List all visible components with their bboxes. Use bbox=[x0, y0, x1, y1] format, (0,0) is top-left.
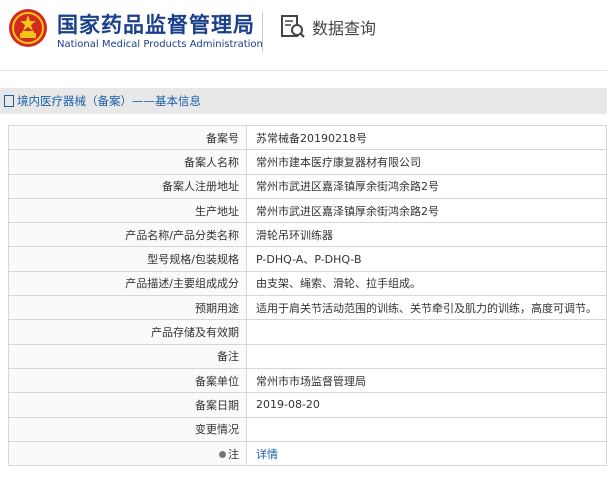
row-label: 备案人名称 bbox=[8, 149, 247, 175]
document-search-icon bbox=[281, 15, 305, 38]
row-label: 预期用途 bbox=[8, 295, 247, 321]
table-row: 变更情况 bbox=[8, 416, 607, 442]
row-value: 苏常械备20190218号 bbox=[246, 124, 607, 151]
national-emblem-icon bbox=[9, 9, 47, 47]
row-value: 常州市武进区嘉泽镇厚余街鸿余路2号 bbox=[246, 173, 607, 199]
row-value: 常州市武进区嘉泽镇厚余街鸿余路2号 bbox=[246, 197, 607, 224]
row-label-note: 注 bbox=[8, 440, 247, 467]
row-value: P-DHQ-A、P-DHQ-B bbox=[246, 246, 607, 272]
table-row: 预期用途 适用于肩关节活动范围的训练、关节牵引及肌力的训练，高度可调节。 bbox=[8, 295, 607, 321]
table-row: 备案日期 2019-08-20 bbox=[8, 392, 607, 418]
row-label: 备案号 bbox=[8, 124, 247, 151]
table-row: 备案人名称 常州市建本医疗康复器材有限公司 bbox=[8, 149, 607, 175]
row-value: 常州市市场监督管理局 bbox=[246, 367, 607, 394]
breadcrumb-link[interactable]: 境内医疗器械（备案）——基本信息 bbox=[17, 93, 201, 109]
table-row: 备案号 苏常械备20190218号 bbox=[8, 124, 607, 151]
note-label: 注 bbox=[228, 447, 239, 461]
row-label: 备案人注册地址 bbox=[8, 173, 247, 199]
row-label: 变更情况 bbox=[8, 416, 247, 442]
table-row: 备案人注册地址 常州市武进区嘉泽镇厚余街鸿余路2号 bbox=[8, 173, 607, 199]
row-label: 备案日期 bbox=[8, 392, 247, 418]
site-title: 国家药品监督管理局 bbox=[57, 13, 255, 37]
table-row: 生产地址 常州市武进区嘉泽镇厚余街鸿余路2号 bbox=[8, 197, 607, 224]
table-row: 备案单位 常州市市场监督管理局 bbox=[8, 367, 607, 394]
lightbulb-icon bbox=[219, 451, 226, 458]
data-query-label: 数据查询 bbox=[312, 19, 377, 38]
row-value: 适用于肩关节活动范围的训练、关节牵引及肌力的训练，高度可调节。 bbox=[246, 295, 607, 321]
site-subtitle: National Medical Products Administration bbox=[57, 39, 263, 50]
row-value bbox=[246, 416, 607, 442]
site-header: 国家药品监督管理局 National Medical Products Admi… bbox=[0, 0, 607, 70]
row-label: 产品存储及有效期 bbox=[8, 319, 247, 345]
row-label: 备案单位 bbox=[8, 367, 247, 394]
row-value: 由支架、绳索、滑轮、拉手组成。 bbox=[246, 270, 607, 297]
row-label: 生产地址 bbox=[8, 197, 247, 224]
table-row: 备注 bbox=[8, 343, 607, 369]
table-row: 产品描述/主要组成成分 由支架、绳索、滑轮、拉手组成。 bbox=[8, 270, 607, 297]
row-label: 产品名称/产品分类名称 bbox=[8, 222, 247, 248]
header-separator bbox=[0, 70, 607, 71]
row-value bbox=[246, 319, 607, 345]
header-divider bbox=[262, 12, 263, 52]
table-row: 注 详情 bbox=[8, 440, 607, 467]
row-value bbox=[246, 343, 607, 369]
record-info-table: 备案号 苏常械备20190218号 备案人名称 常州市建本医疗康复器材有限公司 … bbox=[8, 124, 607, 467]
row-value: 常州市建本医疗康复器材有限公司 bbox=[246, 149, 607, 175]
row-value: 滑轮吊环训练器 bbox=[246, 222, 607, 248]
table-row: 型号规格/包装规格 P-DHQ-A、P-DHQ-B bbox=[8, 246, 607, 272]
row-value: 2019-08-20 bbox=[246, 392, 607, 418]
data-query-link[interactable]: 数据查询 bbox=[280, 14, 376, 40]
row-label: 型号规格/包装规格 bbox=[8, 246, 247, 272]
table-row: 产品存储及有效期 bbox=[8, 319, 607, 345]
document-icon bbox=[4, 95, 14, 107]
breadcrumb: 境内医疗器械（备案）——基本信息 bbox=[0, 88, 607, 114]
row-label: 备注 bbox=[8, 343, 247, 369]
row-label: 产品描述/主要组成成分 bbox=[8, 270, 247, 297]
table-row: 产品名称/产品分类名称 滑轮吊环训练器 bbox=[8, 222, 607, 248]
details-link[interactable]: 详情 bbox=[246, 440, 607, 467]
